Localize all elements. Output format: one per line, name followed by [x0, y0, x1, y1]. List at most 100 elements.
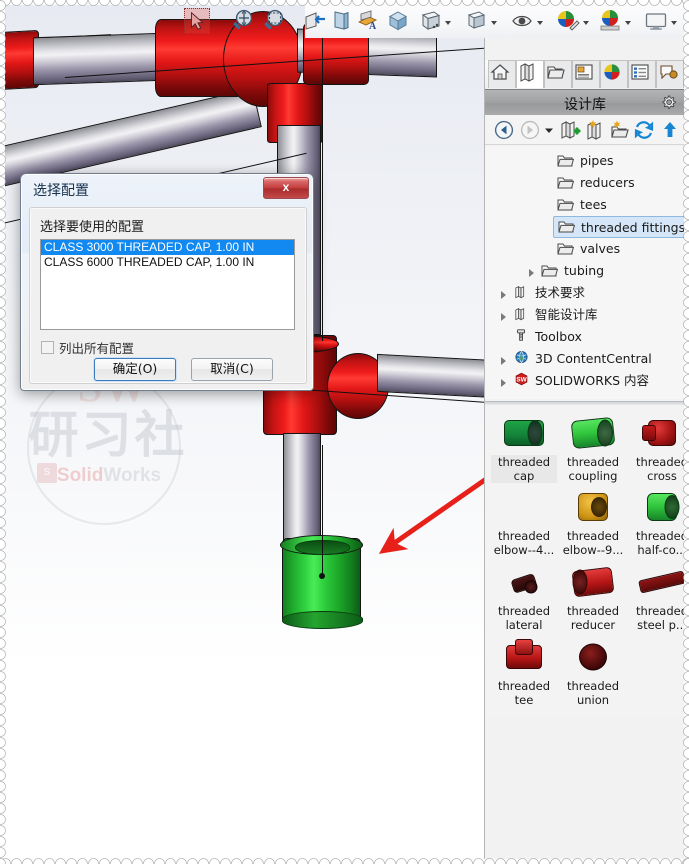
view-cube-button[interactable] — [385, 8, 411, 34]
tab-view-palette[interactable] — [572, 60, 600, 88]
home-icon — [490, 64, 510, 80]
tree-item-valves[interactable]: valves — [485, 238, 684, 260]
watermark-brand: SolidWorks — [19, 465, 199, 487]
sw-cube-icon: SW — [515, 372, 528, 386]
tab-design-library[interactable] — [516, 60, 544, 88]
3d-viewport[interactable]: SW 研习社 S SolidWorks — [5, 5, 484, 859]
configuration-list[interactable]: CLASS 3000 THREADED CAP, 1.00 IN CLASS 6… — [40, 239, 295, 330]
folder-icon — [541, 265, 558, 277]
expander-icon[interactable] — [501, 313, 507, 321]
tree-item-reducers[interactable]: reducers — [485, 172, 684, 194]
task-pane-toolbar — [485, 115, 684, 145]
library-part-threaded-lateral[interactable]: threaded lateral — [491, 562, 557, 632]
hide-show-caret-icon[interactable] — [537, 19, 545, 27]
tree-item-tees[interactable]: tees — [485, 194, 684, 216]
library-part-threaded-union[interactable]: threaded union — [560, 637, 626, 707]
apply-scene-button[interactable] — [597, 8, 623, 34]
ok-button[interactable]: 确定(O) — [94, 358, 176, 381]
zoom-to-fit-button[interactable] — [229, 8, 255, 34]
design-library-tree[interactable]: pipes reducers tees threaded fittings (… — [485, 146, 684, 399]
library-part-label: threaded lateral — [497, 604, 551, 632]
display-style-button[interactable] — [417, 8, 443, 34]
expander-icon[interactable] — [501, 379, 507, 387]
edit-appearance-caret-icon[interactable] — [583, 19, 591, 27]
tree-item-threaded-fittings[interactable]: threaded fittings ( — [553, 216, 684, 238]
dialog-titlebar[interactable]: 选择配置 x — [21, 174, 313, 204]
cancel-button[interactable]: 取消(C) — [191, 358, 273, 381]
dialog-close-button[interactable]: x — [263, 177, 309, 199]
task-pane: 设计库 pipes reducers tees threaded fitting… — [484, 5, 684, 859]
tab-file-explorer[interactable] — [544, 60, 572, 88]
library-part-threaded-tee[interactable]: threaded tee — [491, 637, 557, 707]
new-library-button[interactable] — [585, 119, 607, 141]
apply-scene-caret-icon[interactable] — [625, 19, 633, 27]
library-part-threaded-cross[interactable]: threaded cross — [629, 413, 684, 483]
library-part-threaded-cap[interactable]: threaded cap — [491, 413, 557, 483]
view-settings-button[interactable] — [643, 8, 669, 34]
zoom-to-area-button[interactable] — [260, 8, 286, 34]
tree-item-technical-requirements[interactable]: 技术要求 — [485, 282, 684, 304]
history-dropdown-button[interactable] — [543, 119, 555, 141]
folder-icon — [557, 177, 574, 189]
shaded-view-button[interactable] — [463, 8, 489, 34]
tab-custom-properties[interactable] — [628, 60, 656, 88]
threaded-lateral-thumb-icon — [500, 562, 548, 602]
add-to-library-button[interactable] — [559, 119, 581, 141]
select-configuration-dialog[interactable]: 选择配置 x 选择要使用的配置 CLASS 3000 THREADED CAP,… — [20, 173, 314, 391]
expander-icon[interactable] — [529, 269, 535, 277]
tree-item-3d-contentcentral[interactable]: 3D ContentCentral — [485, 348, 684, 370]
pipe-middle-right — [377, 353, 484, 399]
display-style-caret-icon[interactable] — [445, 19, 453, 27]
new-folder-button[interactable] — [609, 119, 631, 141]
section-view-plane-button[interactable] — [328, 8, 354, 34]
svg-text:A: A — [369, 21, 377, 32]
up-arrow-icon — [664, 122, 676, 137]
library-part-threaded-elbow-90[interactable]: threaded elbow--9... — [560, 487, 626, 557]
list-all-configurations-checkbox[interactable]: 列出所有配置 — [41, 338, 134, 357]
library-part-threaded-elbow-45[interactable]: threaded elbow--4... — [491, 487, 557, 557]
library-part-threaded-reducer[interactable]: threaded reducer — [560, 562, 626, 632]
forward-button[interactable] — [519, 119, 541, 141]
back-arrow-icon — [494, 120, 514, 140]
pipe-upper-main — [33, 32, 163, 86]
refresh-button[interactable] — [633, 119, 655, 141]
tree-item-solidworks-content[interactable]: SW SOLIDWORKS 内容 — [485, 370, 684, 392]
shaded-view-caret-icon[interactable] — [491, 19, 499, 27]
library-part-threaded-steel-pipe[interactable]: threaded steel p... — [629, 562, 684, 632]
library-part-threaded-half-coupling[interactable]: threaded half-co... — [629, 487, 684, 557]
refresh-icon — [634, 121, 654, 139]
expander-icon[interactable] — [501, 291, 507, 299]
pipe-vertical-lower — [283, 433, 321, 543]
view-settings-caret-icon[interactable] — [671, 19, 679, 27]
select-tool-button[interactable] — [184, 8, 210, 34]
library-parts-grid[interactable]: threaded cap threaded coupling threaded … — [485, 407, 684, 717]
watermark-brand-light: Works — [103, 465, 162, 486]
hide-show-items-button[interactable] — [509, 8, 535, 34]
view-orientation-icon: A — [357, 10, 378, 32]
gear-icon[interactable] — [660, 94, 677, 111]
back-button[interactable] — [493, 119, 515, 141]
tree-item-label: 智能设计库 — [535, 307, 598, 322]
library-part-threaded-coupling[interactable]: threaded coupling — [560, 413, 626, 483]
edit-appearance-button[interactable] — [555, 8, 581, 34]
task-pane-splitter[interactable] — [485, 401, 684, 405]
cube-icon — [388, 11, 408, 31]
construction-axis-vertical-lower — [322, 445, 324, 575]
configuration-list-item[interactable]: CLASS 6000 THREADED CAP, 1.00 IN — [41, 255, 294, 270]
expander-icon[interactable] — [501, 357, 507, 365]
view-orientation-button[interactable]: A — [355, 8, 381, 34]
forum-icon — [660, 65, 678, 80]
tab-appearances-scenes[interactable] — [600, 60, 628, 88]
section-view-button[interactable] — [303, 8, 329, 34]
stamp-frame: SW 研习社 S SolidWorks — [0, 0, 689, 864]
tree-item-toolbox[interactable]: Toolbox — [485, 326, 684, 348]
tab-solidworks-forum[interactable] — [656, 60, 684, 88]
up-one-level-button[interactable] — [659, 119, 681, 141]
tree-item-pipes[interactable]: pipes — [485, 150, 684, 172]
tree-item-tubing[interactable]: tubing — [485, 260, 684, 282]
selected-threaded-cap-bottom — [282, 611, 363, 629]
configuration-list-item[interactable]: CLASS 3000 THREADED CAP, 1.00 IN — [41, 240, 294, 255]
appearances-sphere-icon — [604, 64, 620, 80]
tree-item-smart-design-library[interactable]: 智能设计库 — [485, 304, 684, 326]
tab-home[interactable] — [488, 60, 516, 88]
